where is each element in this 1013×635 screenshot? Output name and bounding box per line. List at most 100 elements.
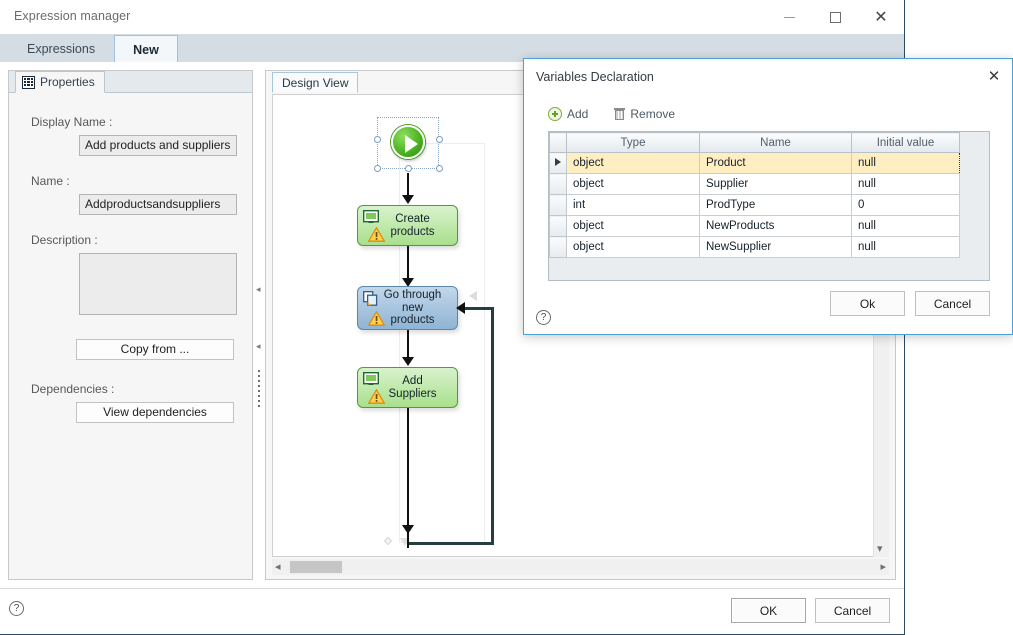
design-horizontal-scrollbar[interactable]: ◂ ▸ — [272, 559, 889, 575]
display-name-label: Display Name : — [31, 115, 113, 129]
table-row[interactable]: object NewProducts null — [549, 215, 960, 237]
window-controls: ✕ — [766, 0, 904, 34]
column-header-type[interactable]: Type — [566, 132, 700, 153]
row-selector[interactable] — [549, 194, 567, 216]
loopback-line-vertical — [491, 307, 494, 545]
close-button[interactable]: ✕ — [858, 0, 904, 34]
cancel-button[interactable]: Cancel — [815, 598, 890, 623]
dialog-ok-button[interactable]: Ok — [830, 291, 905, 316]
plus-circle-icon — [548, 107, 562, 121]
tab-properties[interactable]: Properties — [15, 71, 105, 93]
tab-expressions[interactable]: Expressions — [8, 35, 114, 62]
copy-from-button[interactable]: Copy from ... — [76, 339, 234, 360]
panel-splitter[interactable]: ◂ ◂ — [253, 70, 265, 580]
scroll-down-icon[interactable]: ▾ — [877, 542, 883, 555]
table-corner-header — [549, 132, 567, 153]
maximize-button[interactable] — [812, 0, 858, 34]
row-indicator-icon — [555, 158, 561, 166]
variables-table: Type Name Initial value object Product n… — [549, 132, 960, 258]
node-go-through-new-products[interactable]: Go through new products — [357, 286, 458, 330]
window-title: Expression manager — [14, 9, 131, 23]
dependencies-label: Dependencies : — [31, 382, 115, 396]
table-row[interactable]: object Product null — [549, 152, 960, 174]
warning-icon — [367, 226, 386, 242]
description-label: Description : — [31, 233, 98, 247]
selection-handle[interactable] — [374, 136, 381, 143]
ok-button[interactable]: OK — [731, 598, 806, 623]
dialog-buttons: Ok Cancel — [830, 291, 990, 316]
cell-initial-value[interactable]: null — [851, 152, 960, 174]
copy-icon — [363, 291, 379, 306]
warning-icon — [367, 388, 386, 404]
minimize-icon — [783, 16, 795, 18]
cell-name[interactable]: Supplier — [699, 173, 852, 195]
name-label: Name : — [31, 174, 70, 188]
connector-arrow-icon — [402, 525, 414, 534]
column-header-name[interactable]: Name — [699, 132, 852, 153]
scroll-thumb[interactable] — [290, 561, 342, 573]
cell-name[interactable]: ProdType — [699, 194, 852, 216]
properties-form: Display Name : Add products and supplier… — [9, 93, 252, 423]
row-selector[interactable] — [549, 236, 567, 258]
variables-table-body: object Product null object Supplier null… — [549, 152, 960, 258]
row-selector[interactable] — [549, 215, 567, 237]
display-name-input[interactable]: Add products and suppliers — [79, 135, 237, 156]
scroll-left-icon[interactable]: ◂ — [275, 560, 281, 573]
dialog-help-icon[interactable]: ? — [536, 310, 551, 325]
table-row[interactable]: int ProdType 0 — [549, 194, 960, 216]
view-dependencies-button[interactable]: View dependencies — [76, 402, 234, 423]
properties-tabstrip: Properties — [9, 71, 252, 93]
tab-properties-label: Properties — [40, 75, 95, 89]
tab-design-view[interactable]: Design View — [272, 72, 359, 93]
node-create-products[interactable]: Create products — [357, 205, 458, 246]
connector-arrow-icon — [402, 357, 414, 366]
close-icon: ✕ — [874, 7, 888, 26]
table-header-row: Type Name Initial value — [549, 132, 960, 153]
row-selector[interactable] — [549, 152, 567, 174]
splitter-grip — [258, 370, 260, 410]
cell-initial-value[interactable]: null — [851, 236, 960, 258]
description-input[interactable] — [79, 253, 237, 315]
selection-handle[interactable] — [436, 165, 443, 172]
tab-new[interactable]: New — [114, 35, 178, 63]
cell-type[interactable]: object — [566, 152, 700, 174]
dialog-title: Variables Declaration — [536, 70, 654, 84]
cell-initial-value[interactable]: 0 — [851, 194, 960, 216]
remove-label: Remove — [630, 107, 676, 121]
help-icon[interactable]: ? — [9, 601, 24, 616]
cell-name[interactable]: NewProducts — [699, 215, 852, 237]
cell-initial-value[interactable]: null — [851, 215, 960, 237]
dialog-close-button[interactable]: ✕ — [982, 65, 1006, 87]
row-selector[interactable] — [549, 173, 567, 195]
cell-name[interactable]: Product — [699, 152, 852, 174]
selection-handle[interactable] — [405, 165, 412, 172]
table-row[interactable]: object Supplier null — [549, 173, 960, 195]
start-node[interactable] — [391, 125, 425, 159]
splitter-collapse-arrow-top[interactable]: ◂ — [256, 285, 261, 294]
cell-type[interactable]: object — [566, 173, 700, 195]
cell-type[interactable]: object — [566, 236, 700, 258]
remove-variable-button[interactable]: Remove — [614, 107, 675, 121]
grid-icon — [22, 75, 35, 89]
splitter-collapse-arrow-bottom[interactable]: ◂ — [256, 342, 261, 351]
cell-type[interactable]: int — [566, 194, 700, 216]
selection-handle[interactable] — [374, 165, 381, 172]
variables-declaration-dialog: Variables Declaration ✕ Add Remove Type … — [523, 58, 1013, 335]
connector-line — [407, 246, 409, 282]
column-header-initial-value[interactable]: Initial value — [851, 132, 960, 153]
cell-type[interactable]: object — [566, 215, 700, 237]
loopback-line-top — [465, 307, 493, 310]
dialog-cancel-button[interactable]: Cancel — [915, 291, 990, 316]
selection-handle[interactable] — [436, 136, 443, 143]
window-footer: ? OK Cancel — [0, 588, 904, 634]
name-input[interactable]: Addproductsandsuppliers — [79, 194, 237, 215]
variables-table-container[interactable]: Type Name Initial value object Product n… — [548, 131, 990, 281]
add-variable-button[interactable]: Add — [548, 107, 588, 121]
table-row[interactable]: object NewSupplier null — [549, 236, 960, 258]
minimize-button[interactable] — [766, 0, 812, 34]
close-icon: ✕ — [987, 67, 1001, 85]
cell-initial-value[interactable]: null — [851, 173, 960, 195]
scroll-right-icon[interactable]: ▸ — [880, 560, 886, 573]
cell-name[interactable]: NewSupplier — [699, 236, 852, 258]
node-add-suppliers[interactable]: Add Suppliers — [357, 367, 458, 408]
